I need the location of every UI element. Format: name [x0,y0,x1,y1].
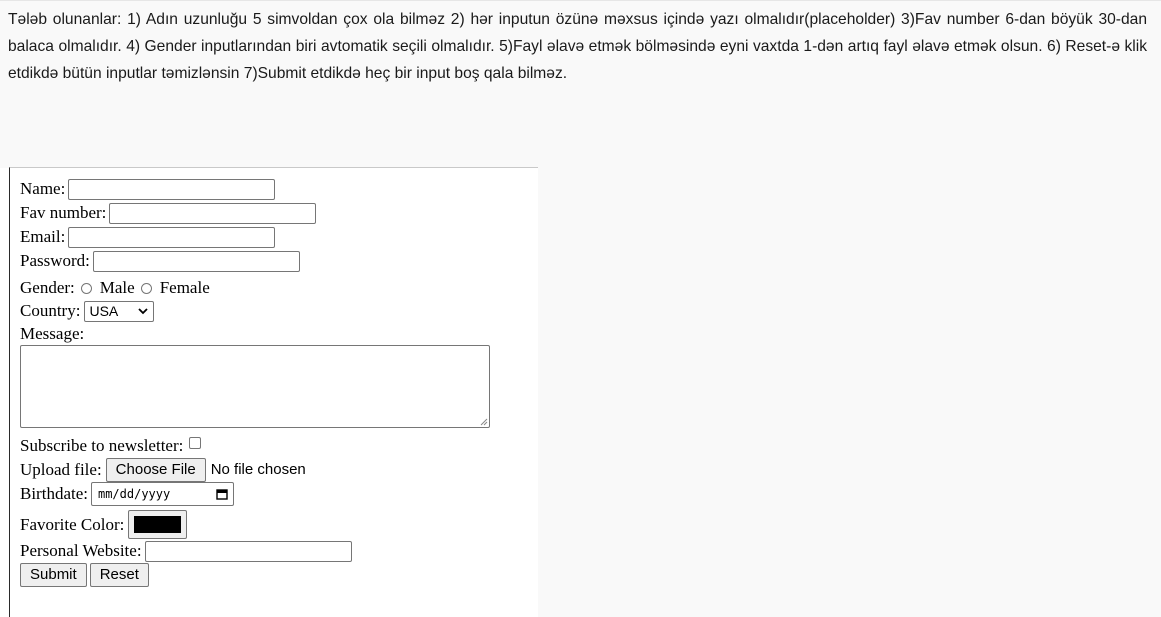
newsletter-checkbox[interactable] [189,437,202,449]
page-background [0,148,1161,168]
page-background-right [538,168,1161,617]
message-textarea[interactable] [20,345,490,428]
gender-female-radio[interactable] [140,282,152,294]
password-label: Password: [20,251,90,270]
form-preview-frame: Name: Fav number: Email: Password: Gende… [9,167,538,617]
favorite-color-label: Favorite Color: [20,514,125,534]
email-label: Email: [20,227,66,246]
website-label: Personal Website: [20,541,142,560]
birthdate-label: Birthdate: [20,484,88,503]
calendar-icon[interactable] [216,488,228,500]
gender-female-label: Female [159,278,210,297]
submit-button[interactable]: Submit [20,563,87,587]
password-input[interactable] [92,250,300,272]
chevron-down-icon [138,307,149,314]
no-file-text: No file chosen [210,461,306,478]
name-input[interactable] [68,178,276,200]
gender-label: Gender: [20,278,75,297]
country-select[interactable]: USA [84,300,155,322]
choose-file-button[interactable]: Choose File [105,458,206,482]
upload-label: Upload file: [20,460,102,479]
fav-number-label: Fav number: [20,203,107,222]
country-label: Country: [20,301,81,320]
color-swatch [134,516,182,533]
birthdate-input[interactable]: mm/dd/yyyy [90,482,234,506]
fav-number-input[interactable] [109,202,317,224]
requirements-text: Tələb olunanlar: 1) Adın uzunluğu 5 simv… [0,0,1161,148]
country-selected-value: USA [89,303,119,319]
gender-male-radio[interactable] [80,282,92,294]
favorite-color-picker[interactable] [128,510,188,539]
resize-grip-icon[interactable] [480,418,488,426]
message-label: Message: [20,324,85,343]
birthdate-placeholder: mm/dd/yyyy [97,487,171,501]
reset-button[interactable]: Reset [89,563,149,587]
gender-male-label: Male [99,278,135,297]
email-input[interactable] [68,226,276,248]
website-input[interactable] [144,540,352,562]
name-label: Name: [20,179,66,198]
newsletter-label: Subscribe to newsletter: [20,436,184,455]
